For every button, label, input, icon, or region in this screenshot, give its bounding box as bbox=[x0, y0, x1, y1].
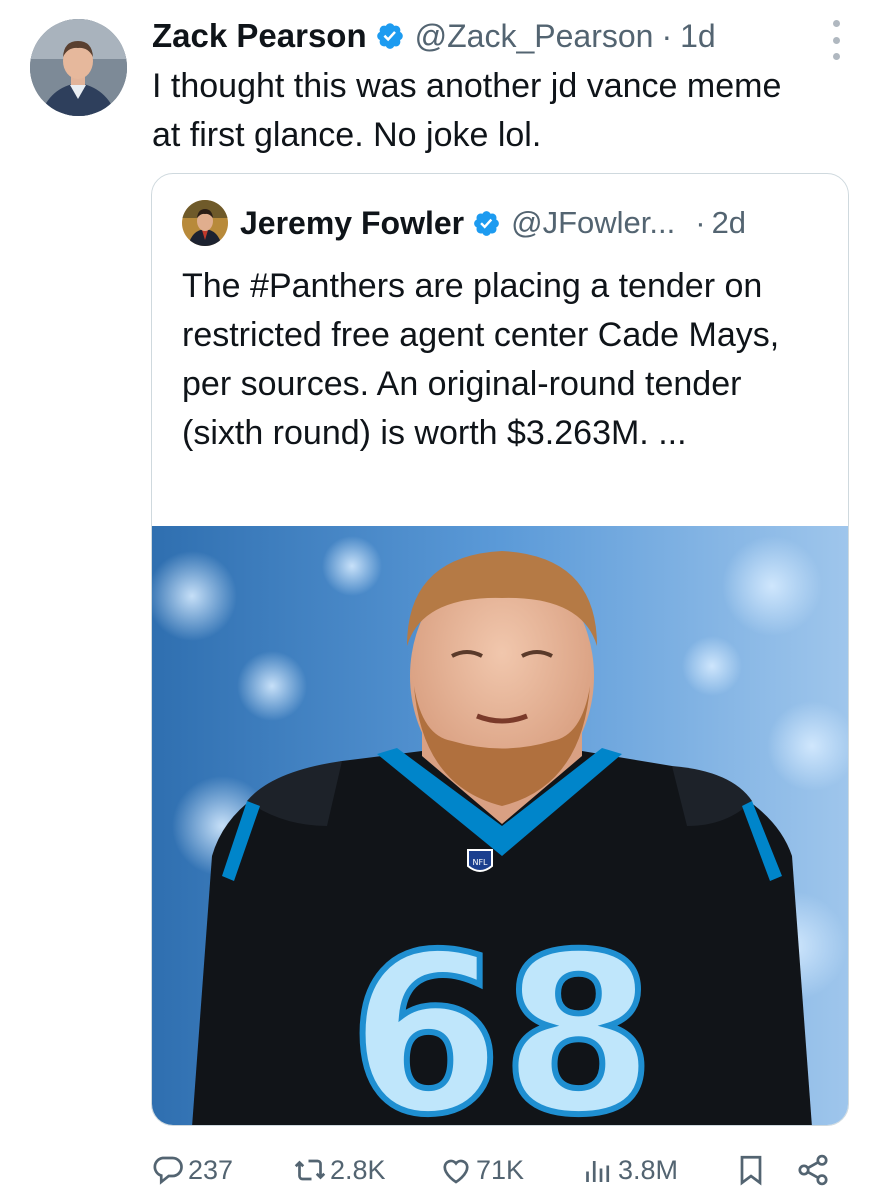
quoted-timestamp: 2d bbox=[711, 205, 747, 240]
quoted-tweet-card[interactable]: Jeremy Fowler @JFowler... · 2d The #Pant… bbox=[151, 173, 849, 1126]
timestamp[interactable]: 1d bbox=[680, 18, 716, 55]
verified-badge-icon bbox=[375, 21, 405, 51]
like-count: 71K bbox=[476, 1154, 525, 1185]
views-count: 3.8M bbox=[618, 1154, 679, 1185]
quoted-author-handle: @JFowler... bbox=[511, 205, 676, 240]
like-button[interactable]: 71K bbox=[438, 1148, 524, 1192]
like-icon bbox=[443, 1159, 469, 1184]
repost-count: 2.8K bbox=[330, 1154, 386, 1185]
repost-icon bbox=[294, 1159, 326, 1181]
author-name[interactable]: Zack Pearson bbox=[152, 17, 367, 55]
repost-button[interactable]: 2.8K bbox=[292, 1148, 386, 1192]
more-options-icon[interactable] bbox=[824, 20, 848, 60]
tweet-actions: 237 2.8K 71K 3.8M bbox=[150, 1148, 850, 1192]
verified-badge-icon bbox=[472, 209, 501, 238]
quoted-tweet-header: Jeremy Fowler @JFowler... · 2d bbox=[182, 200, 828, 246]
quoted-author-name: Jeremy Fowler bbox=[240, 204, 465, 241]
reply-count: 237 bbox=[188, 1154, 234, 1185]
jersey-number: 68 bbox=[349, 907, 655, 1126]
views-icon bbox=[586, 1161, 610, 1182]
reply-button[interactable]: 237 bbox=[150, 1148, 233, 1192]
separator-dot: · bbox=[661, 17, 673, 54]
reply-icon bbox=[153, 1156, 183, 1185]
bookmark-icon bbox=[740, 1155, 762, 1186]
nfl-badge: NFL bbox=[472, 858, 488, 867]
tweet-text: I thought this was another jd vance meme… bbox=[152, 67, 782, 154]
author-handle[interactable]: @Zack_Pearson bbox=[415, 18, 654, 55]
author-avatar[interactable] bbox=[30, 19, 127, 116]
bookmark-button[interactable] bbox=[733, 1148, 771, 1192]
quoted-author-avatar bbox=[182, 200, 228, 246]
views-button[interactable]: 3.8M bbox=[580, 1148, 678, 1192]
quoted-tweet-text: The #Panthers are placing a tender on re… bbox=[182, 267, 780, 452]
share-button[interactable] bbox=[795, 1148, 833, 1192]
quoted-tweet-photo[interactable]: NFL 68 bbox=[152, 526, 848, 1126]
tweet-header: Zack Pearson @Zack_Pearson · 1d bbox=[152, 14, 838, 58]
separator-dot: · bbox=[695, 205, 706, 240]
share-icon bbox=[798, 1154, 828, 1186]
